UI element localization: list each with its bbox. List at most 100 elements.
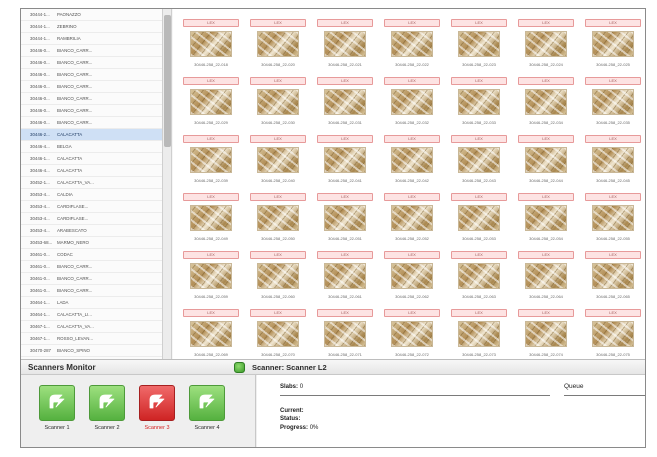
- list-item[interactable]: 30446-0... BIANCO_CARR...: [21, 117, 162, 129]
- slab-thumbnail[interactable]: [592, 321, 634, 347]
- slab-tag[interactable]: LEX: [250, 135, 306, 143]
- slab-block-list[interactable]: 30444-1... PAONAZZO 30444-1... ZEBRINO 30444…: [21, 9, 163, 359]
- slab-tag[interactable]: LEX: [518, 135, 574, 143]
- slab-thumbnail[interactable]: [324, 321, 366, 347]
- slab-tag[interactable]: LEX: [183, 309, 239, 317]
- slab-thumbnail[interactable]: [190, 321, 232, 347]
- slab-tag[interactable]: LEX: [585, 309, 641, 317]
- slab-tag[interactable]: LEX: [585, 77, 641, 85]
- slab-tag[interactable]: LEX: [384, 193, 440, 201]
- list-item[interactable]: 30467-1... ROSSO_LEVAN...: [21, 333, 162, 345]
- slab-tag[interactable]: LEX: [451, 135, 507, 143]
- scanner-2-card[interactable]: Scanner 2: [87, 385, 127, 437]
- slab-thumbnail[interactable]: [592, 147, 634, 173]
- list-item[interactable]: 30453-4... ARABESCATO: [21, 225, 162, 237]
- list-item[interactable]: 30461-0... BIANCO_CARR...: [21, 261, 162, 273]
- list-item[interactable]: 30446-0... BIANCO_CARR...: [21, 93, 162, 105]
- slab-item[interactable]: LEX 30446-258_22-070: [246, 305, 310, 359]
- slab-item[interactable]: LEX 30446-258_22-050: [246, 189, 310, 247]
- slab-tag[interactable]: LEX: [585, 135, 641, 143]
- list-item[interactable]: 30453-68... MARMO_NERO: [21, 237, 162, 249]
- list-item[interactable]: 30444-1... RAMBRILIA: [21, 33, 162, 45]
- slab-item[interactable]: LEX 30446-258_22-023: [447, 15, 511, 73]
- list-scrollbar[interactable]: [163, 9, 172, 359]
- slab-tag[interactable]: LEX: [183, 193, 239, 201]
- slab-thumbnail[interactable]: [190, 31, 232, 57]
- slab-item[interactable]: LEX 30446-258_22-032: [380, 73, 444, 131]
- slab-item[interactable]: LEX 30446-258_22-044: [514, 131, 578, 189]
- list-item[interactable]: 30446-0... BIANCO_CARR...: [21, 45, 162, 57]
- slab-thumbnail[interactable]: [525, 31, 567, 57]
- slab-thumbnail[interactable]: [324, 263, 366, 289]
- slab-tag[interactable]: LEX: [384, 77, 440, 85]
- slab-tag[interactable]: LEX: [384, 309, 440, 317]
- slab-thumbnail[interactable]: [592, 205, 634, 231]
- scanner-1-card[interactable]: Scanner 1: [37, 385, 77, 437]
- scanner-4-button[interactable]: [189, 385, 225, 421]
- slab-thumbnail[interactable]: [458, 147, 500, 173]
- list-item[interactable]: 30461-0... BIANCO_CARR...: [21, 273, 162, 285]
- slab-thumbnail[interactable]: [525, 205, 567, 231]
- slab-tag[interactable]: LEX: [183, 135, 239, 143]
- slab-thumbnail[interactable]: [525, 263, 567, 289]
- slab-thumbnail[interactable]: [592, 31, 634, 57]
- slab-thumbnail[interactable]: [391, 31, 433, 57]
- slab-thumbnail[interactable]: [324, 147, 366, 173]
- slab-thumbnail[interactable]: [525, 147, 567, 173]
- slab-tag[interactable]: LEX: [250, 309, 306, 317]
- slab-tag[interactable]: LEX: [451, 309, 507, 317]
- slab-thumbnail[interactable]: [257, 147, 299, 173]
- slab-thumbnail[interactable]: [190, 205, 232, 231]
- list-item[interactable]: 30461-0... BIANCO_CARR...: [21, 285, 162, 297]
- slab-tag[interactable]: LEX: [183, 77, 239, 85]
- slab-thumbnail[interactable]: [458, 263, 500, 289]
- slab-thumbnail[interactable]: [592, 263, 634, 289]
- slab-tag[interactable]: LEX: [518, 19, 574, 27]
- slab-tag[interactable]: LEX: [384, 135, 440, 143]
- list-item[interactable]: 30470-287 BIANCO_SPINO: [21, 345, 162, 357]
- slab-item[interactable]: LEX 30446-258_22-040: [246, 131, 310, 189]
- list-item[interactable]: 30446-4... BELGA: [21, 141, 162, 153]
- scanner-1-button[interactable]: [39, 385, 75, 421]
- scanner-4-card[interactable]: Scanner 4: [187, 385, 227, 437]
- list-item[interactable]: 30453-4... CALDIA: [21, 189, 162, 201]
- list-item[interactable]: 30444-1... ZEBRINO: [21, 21, 162, 33]
- slab-thumbnail[interactable]: [525, 321, 567, 347]
- list-item[interactable]: 30446-2... CALACATTA: [21, 129, 162, 141]
- slab-thumbnail[interactable]: [190, 147, 232, 173]
- slab-tag[interactable]: LEX: [317, 251, 373, 259]
- slab-item[interactable]: LEX 30446-258_22-059: [179, 247, 243, 305]
- list-item[interactable]: 30453-4... CARDIFLASE...: [21, 201, 162, 213]
- list-item[interactable]: 30464-1... CALACATTA_LI...: [21, 309, 162, 321]
- slab-tag[interactable]: LEX: [585, 193, 641, 201]
- slab-tag[interactable]: LEX: [585, 251, 641, 259]
- slab-thumbnail[interactable]: [391, 321, 433, 347]
- slab-item[interactable]: LEX 30446-258_22-065: [581, 247, 645, 305]
- scanner-3-card[interactable]: Scanner 3: [137, 385, 177, 437]
- list-item[interactable]: 30467-1... CALACATTA_VA...: [21, 321, 162, 333]
- slab-tag[interactable]: LEX: [250, 77, 306, 85]
- slab-thumbnail[interactable]: [458, 205, 500, 231]
- slab-item[interactable]: LEX 30446-258_22-018: [179, 15, 243, 73]
- list-item[interactable]: 30444-1... PAONAZZO: [21, 9, 162, 21]
- slab-item[interactable]: LEX 30446-258_22-074: [514, 305, 578, 359]
- slab-item[interactable]: LEX 30446-258_22-029: [179, 73, 243, 131]
- slab-thumbnail[interactable]: [257, 263, 299, 289]
- slab-tag[interactable]: LEX: [317, 193, 373, 201]
- slab-thumbnail[interactable]: [391, 89, 433, 115]
- list-item[interactable]: 30446-1... CALACATTA: [21, 153, 162, 165]
- slab-tag[interactable]: LEX: [384, 251, 440, 259]
- slab-thumbnail[interactable]: [257, 31, 299, 57]
- slab-item[interactable]: LEX 30446-258_22-064: [514, 247, 578, 305]
- slab-thumbnail[interactable]: [257, 205, 299, 231]
- slab-tag[interactable]: LEX: [384, 19, 440, 27]
- slab-item[interactable]: LEX 30446-258_22-030: [246, 73, 310, 131]
- slab-thumbnail[interactable]: [257, 321, 299, 347]
- list-scrollbar-thumb[interactable]: [164, 15, 171, 147]
- slab-tag[interactable]: LEX: [183, 251, 239, 259]
- slab-thumbnail[interactable]: [257, 89, 299, 115]
- slab-tag[interactable]: LEX: [585, 19, 641, 27]
- slab-item[interactable]: LEX 30446-258_22-055: [581, 189, 645, 247]
- slab-thumbnail[interactable]: [525, 89, 567, 115]
- list-item[interactable]: 30464-1... LADA: [21, 297, 162, 309]
